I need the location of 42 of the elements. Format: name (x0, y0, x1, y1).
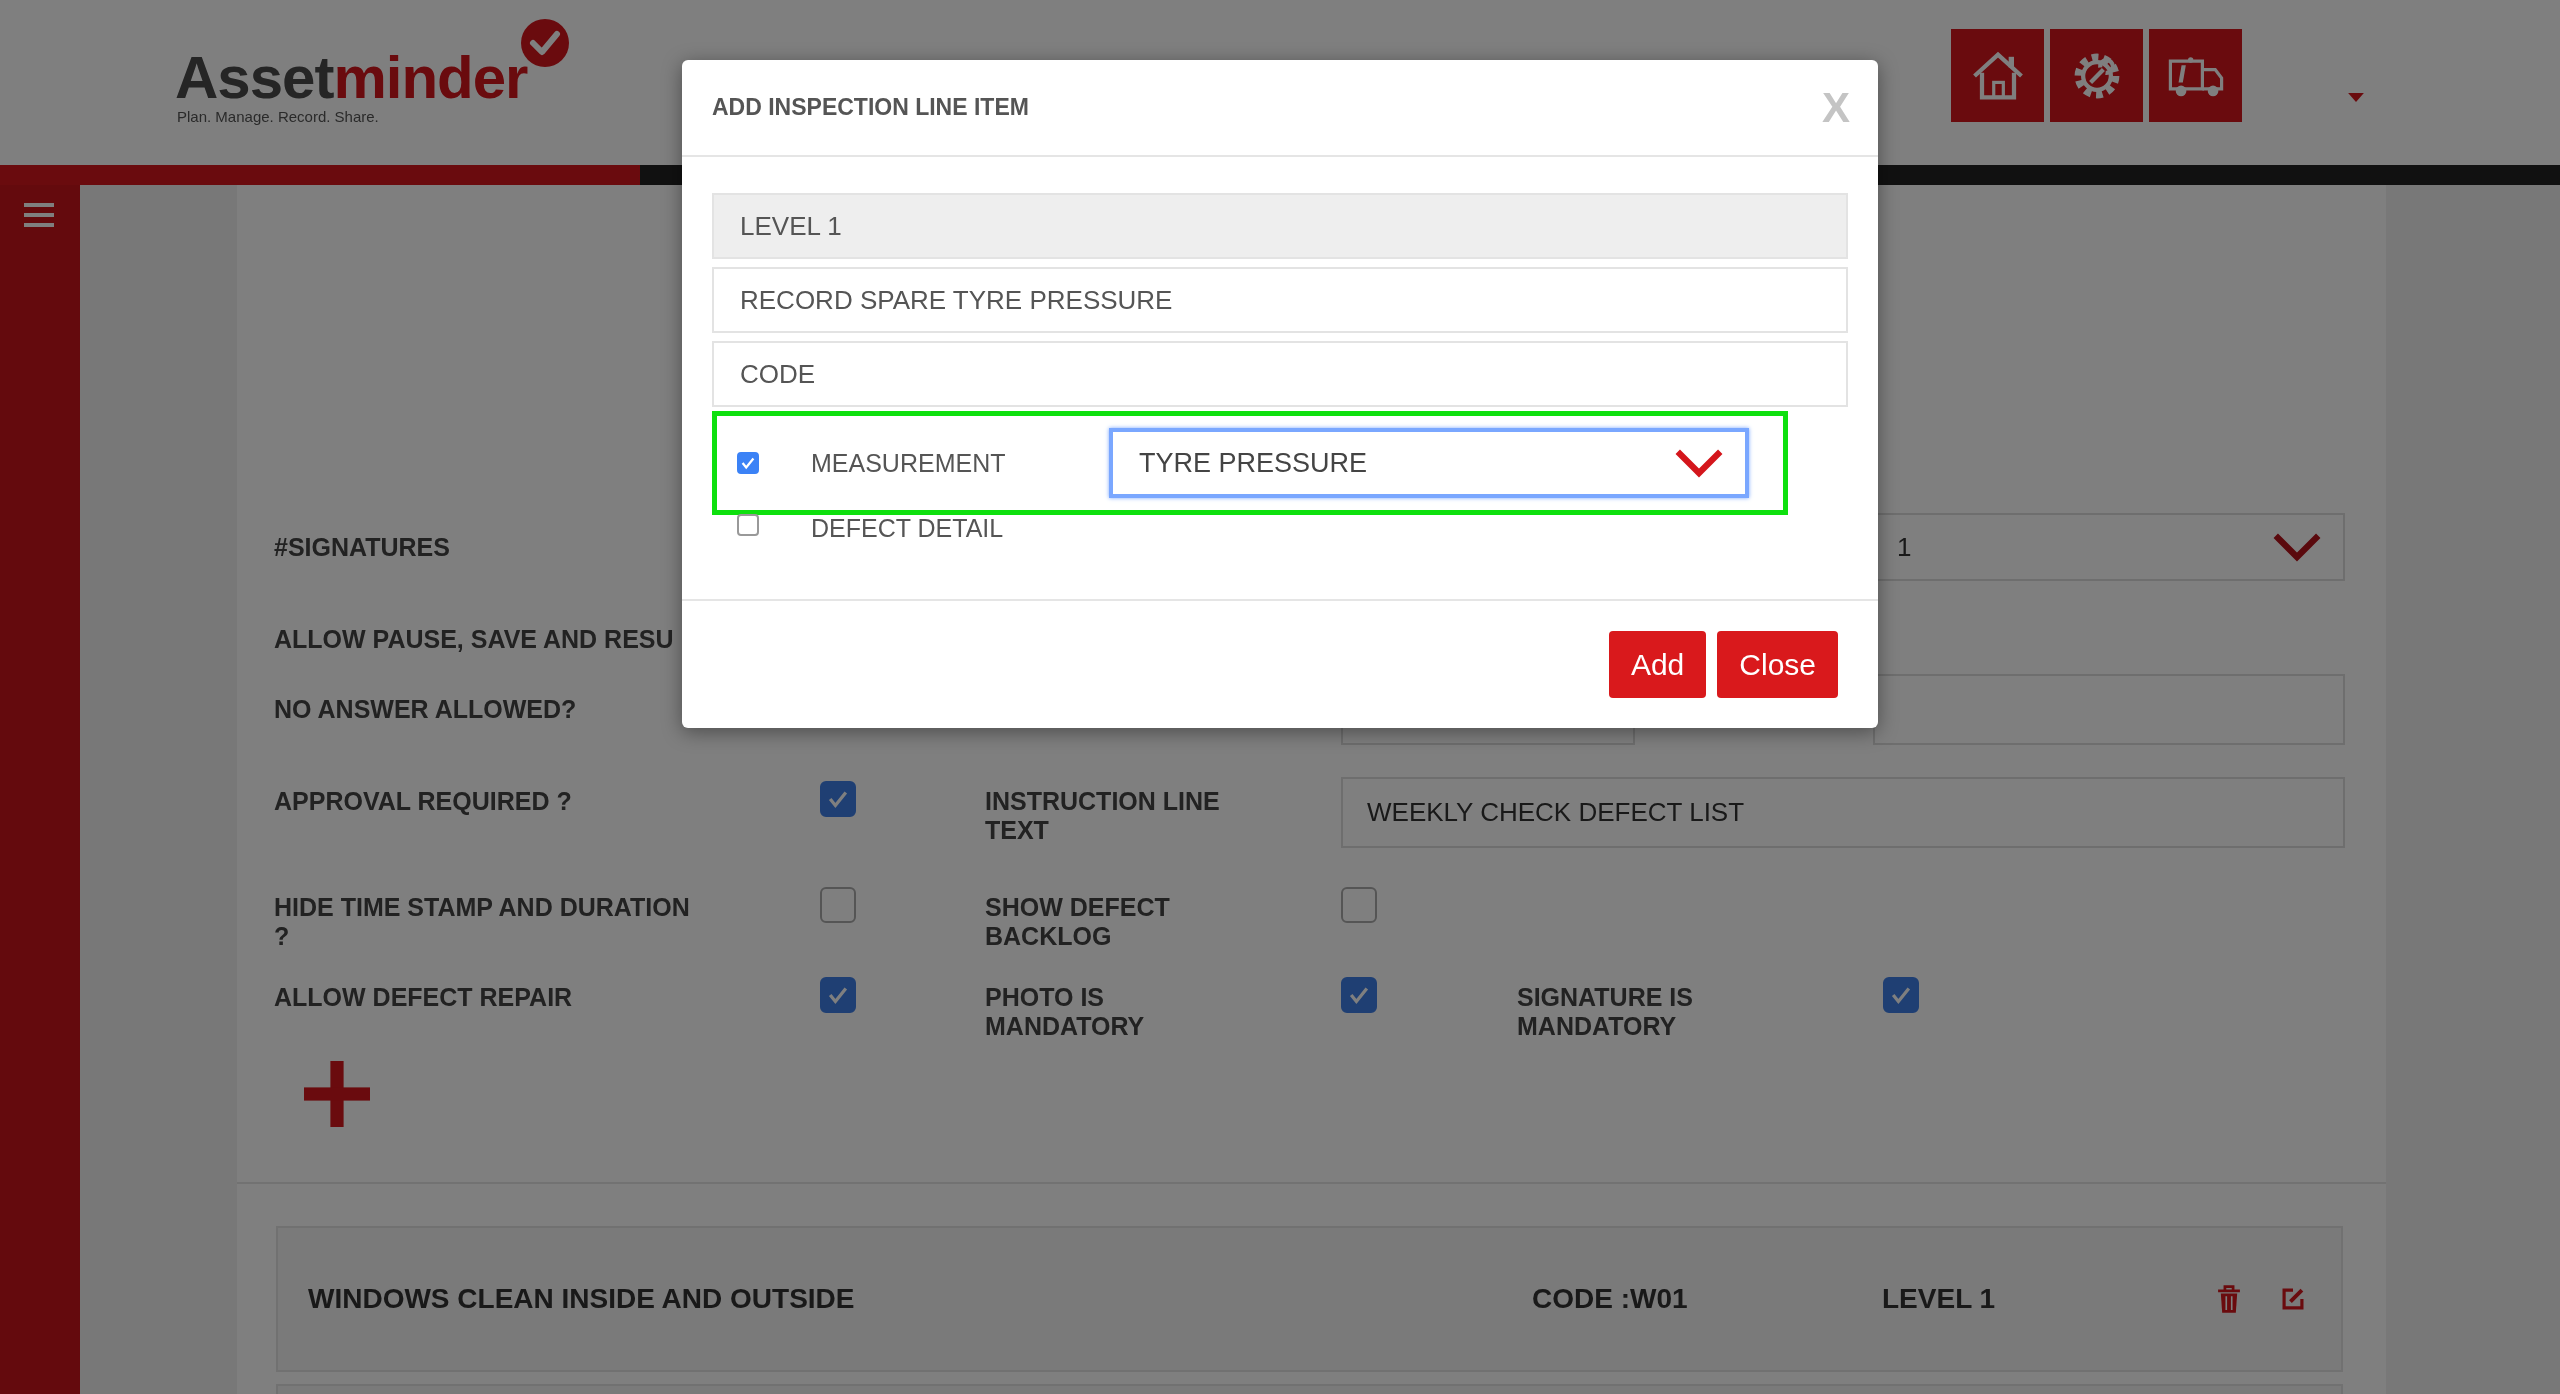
checkbox[interactable] (737, 452, 759, 474)
field-label: PHOTO IS MANDATORY (985, 982, 1146, 1041)
field-label: ALLOW DEFECT REPAIR (274, 982, 574, 1012)
chevron-down-icon (1673, 448, 1725, 478)
checkbox[interactable] (1341, 887, 1377, 923)
field-label: #SIGNATURES (274, 532, 450, 562)
delete-icon[interactable] (2215, 1284, 2243, 1314)
field-label: SIGNATURE IS MANDATORY (1517, 982, 1694, 1041)
checkbox[interactable] (820, 977, 856, 1013)
checkbox[interactable] (820, 781, 856, 817)
field-label: NO ANSWER ALLOWED? (274, 695, 578, 724)
checkbox[interactable] (737, 514, 759, 536)
field-label: APPROVAL REQUIRED ? (274, 786, 573, 816)
settings-button[interactable] (2050, 29, 2143, 122)
line-item-title: WINDOWS CLEAN INSIDE AND OUTSIDE (308, 1283, 856, 1315)
logo-tagline: Plan. Manage. Record. Share. (177, 108, 380, 125)
field-label: ALLOW PAUSE, SAVE AND RESU (274, 624, 674, 654)
line-item-level: LEVEL 1 (1882, 1283, 1997, 1315)
dialog-button[interactable]: Close (1717, 631, 1838, 698)
option-label: DEFECT DETAIL (811, 514, 1005, 543)
logo-text: Assetminder (175, 48, 529, 108)
option-label: MEASUREMENT (811, 448, 1007, 478)
line-item-code: CODE :W01 (1532, 1283, 1689, 1315)
dialog-button[interactable]: Add (1608, 631, 1707, 698)
field-label: INSTRUCTION LINE TEXT (985, 786, 1221, 845)
input-field[interactable]: CODE (712, 341, 1848, 407)
field-label: SHOW DEFECT BACKLOG (985, 892, 1171, 951)
checkbox[interactable] (1341, 977, 1377, 1013)
checkbox[interactable] (820, 887, 856, 923)
input-field[interactable]: WEEKLY CHECK DEFECT LIST (1341, 777, 2345, 848)
caret-icon[interactable] (2348, 93, 2364, 102)
input-field[interactable] (1873, 674, 2345, 745)
truck-button[interactable] (2149, 29, 2242, 122)
dialog-title: ADD INSPECTION LINE ITEM (712, 94, 1029, 121)
input-field[interactable]: RECORD SPARE TYRE PRESSURE (712, 267, 1848, 333)
measurement-select[interactable]: TYRE PRESSURE (1109, 428, 1749, 498)
home-button[interactable] (1951, 29, 2044, 122)
field-label: HIDE TIME STAMP AND DURATION ? (274, 892, 691, 951)
checkbox[interactable] (1883, 977, 1919, 1013)
menu-icon[interactable] (24, 203, 54, 227)
add-icon[interactable] (304, 1061, 370, 1127)
chevron-down-icon (2271, 532, 2323, 562)
